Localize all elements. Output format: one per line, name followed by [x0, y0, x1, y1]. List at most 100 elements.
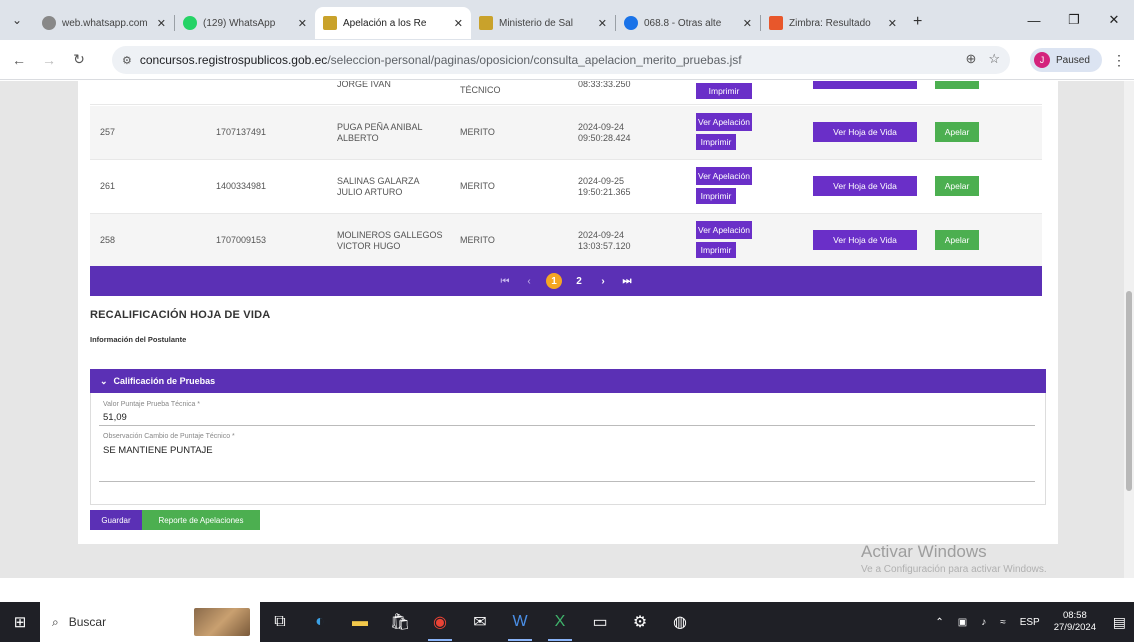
puntaje-input[interactable]: 51,09 — [103, 412, 127, 423]
print-button[interactable]: Imprimir — [696, 242, 736, 258]
appeal-date: 2024-09-24 09:50:28.424 — [578, 121, 631, 143]
section-title: RECALIFICACIÓN HOJA DE VIDA — [90, 309, 271, 321]
tab-zimbra[interactable]: Zimbra: Resultado ✕ — [761, 7, 905, 39]
prev-page-icon[interactable]: ‹ — [522, 276, 536, 287]
appeal-button[interactable]: Apelar — [935, 176, 979, 196]
network-icon[interactable]: ▣ — [958, 617, 967, 628]
panel-body: Valor Puntaje Prueba Técnica * 51,09 Obs… — [90, 393, 1046, 505]
store-icon[interactable]: 🛍 — [380, 602, 420, 642]
tab-title: (129) WhatsApp — [203, 17, 276, 29]
site-info-icon[interactable]: ⚙ — [122, 54, 132, 67]
first-page-icon[interactable]: ⏮ — [498, 276, 512, 287]
word-icon[interactable]: W — [500, 602, 540, 642]
profile-button[interactable]: J Paused — [1030, 48, 1102, 72]
page-2-button[interactable]: 2 — [572, 276, 586, 287]
profile-status: Paused — [1056, 54, 1090, 66]
row-cedula: 1707009153 — [216, 235, 267, 245]
taskbar: ⊞ ⌕ Buscar ⧉ ◐ ▬ 🛍 ◉ ✉ W X ▭ ⚙ ◍ ⌃ ▣ ♪ ≈… — [0, 602, 1134, 642]
appeal-button[interactable]: Apelar — [935, 122, 979, 142]
clock-date: 27/9/2024 — [1053, 622, 1096, 633]
row-id: 261 — [100, 181, 116, 191]
zimbra-icon — [769, 16, 783, 30]
mail-icon[interactable]: ✉ — [460, 602, 500, 642]
appeal-type: MERITO — [460, 181, 495, 191]
appeal-button[interactable]: Apelar — [935, 230, 979, 250]
scrollbar-thumb[interactable] — [1126, 291, 1132, 491]
language-indicator[interactable]: ESP — [1020, 617, 1040, 628]
search-icon: ⌕ — [52, 614, 59, 629]
avatar: J — [1034, 52, 1050, 68]
clock[interactable]: 08:58 27/9/2024 — [1054, 610, 1096, 634]
close-icon[interactable]: ✕ — [454, 17, 463, 30]
observacion-textarea[interactable]: SE MANTIENE PUNTAJE — [103, 445, 213, 456]
url-field[interactable]: ⚙ concursos.registrospublicos.gob.ec/sel… — [112, 46, 1010, 74]
view-cv-button[interactable] — [813, 81, 917, 89]
screen-icon[interactable]: ▭ — [580, 602, 620, 642]
chevron-up-icon[interactable]: ⌃ — [935, 617, 943, 628]
tab-search-icon[interactable]: ⌄ — [0, 0, 34, 40]
app-icon[interactable]: ◍ — [660, 602, 700, 642]
close-window-icon[interactable]: ✕ — [1094, 0, 1134, 40]
page-viewport: JORGE IVAN TÉCNICO 08:33:33.250 Imprimir… — [0, 81, 1134, 578]
field-label: Observación Cambio de Puntaje Técnico * — [103, 433, 235, 440]
maximize-icon[interactable]: ❐ — [1054, 0, 1094, 40]
view-cv-button[interactable]: Ver Hoja de Vida — [813, 230, 917, 250]
url-path: /seleccion-personal/paginas/oposicion/co… — [327, 53, 742, 67]
view-cv-button[interactable]: Ver Hoja de Vida — [813, 122, 917, 142]
tab-ministerio[interactable]: Ministerio de Sal ✕ — [471, 7, 615, 39]
table-row: 258 1707009153 MOLINEROS GALLEGOS VICTOR… — [90, 214, 1042, 268]
view-appeal-button[interactable]: Ver Apelación — [696, 113, 752, 131]
task-view-icon[interactable]: ⧉ — [260, 602, 300, 642]
report-button[interactable]: Reporte de Apelaciones — [142, 510, 260, 530]
close-icon[interactable]: ✕ — [298, 17, 307, 30]
forward-icon[interactable]: → — [38, 49, 60, 71]
applicant-name: MOLINEROS GALLEGOS VICTOR HUGO — [337, 229, 443, 251]
tab-title: web.whatsapp.com — [62, 17, 148, 29]
activation-watermark: Activar Windows — [861, 542, 987, 561]
panel-title: Calificación de Pruebas — [113, 376, 216, 386]
omnibox-actions: ⊕ ☆ — [965, 51, 1000, 67]
excel-icon[interactable]: X — [540, 602, 580, 642]
appeal-type: TÉCNICO — [460, 85, 501, 95]
bookmark-star-icon[interactable]: ☆ — [988, 51, 1000, 67]
close-icon[interactable]: ✕ — [743, 17, 752, 30]
save-button[interactable]: Guardar — [90, 510, 142, 530]
new-tab-button[interactable]: + — [913, 13, 922, 31]
browser-tab-bar: ⌄ web.whatsapp.com ✕ (129) WhatsApp ✕ Ap… — [0, 0, 1134, 40]
view-appeal-button[interactable]: Ver Apelación — [696, 221, 752, 239]
close-icon[interactable]: ✕ — [598, 17, 607, 30]
panel-header-calificacion[interactable]: ⌄ Calificación de Pruebas — [90, 369, 1046, 393]
close-icon[interactable]: ✕ — [157, 17, 166, 30]
view-appeal-button[interactable]: Ver Apelación — [696, 167, 752, 185]
file-explorer-icon[interactable]: ▬ — [340, 602, 380, 642]
print-button[interactable]: Imprimir — [696, 134, 736, 150]
url-host: concursos.registrospublicos.gob.ec — [139, 53, 328, 67]
close-icon[interactable]: ✕ — [888, 17, 897, 30]
tab-whatsapp[interactable]: (129) WhatsApp ✕ — [175, 7, 315, 39]
reload-icon[interactable]: ↻ — [68, 49, 90, 71]
tab-title: 068.8 - Otras alte — [644, 17, 722, 29]
wifi-icon[interactable]: ≈ — [1000, 617, 1006, 628]
next-page-icon[interactable]: › — [596, 276, 610, 287]
print-button[interactable]: Imprimir — [696, 83, 752, 99]
minimize-icon[interactable]: — — [1014, 0, 1054, 40]
notifications-icon[interactable]: ▤ — [1113, 614, 1126, 631]
volume-icon[interactable]: ♪ — [981, 617, 986, 628]
browser-menu-icon[interactable]: ⋮ — [1112, 52, 1126, 69]
last-page-icon[interactable]: ⏭ — [620, 276, 634, 287]
back-icon[interactable]: ← — [8, 49, 30, 71]
view-cv-button[interactable]: Ver Hoja de Vida — [813, 176, 917, 196]
print-button[interactable]: Imprimir — [696, 188, 736, 204]
edge-icon[interactable]: ◐ — [300, 602, 340, 642]
chrome-icon[interactable]: ◉ — [420, 602, 460, 642]
tab-apelacion[interactable]: Apelación a los Re ✕ — [315, 7, 471, 39]
windows-start-icon[interactable]: ⊞ — [0, 602, 40, 642]
zoom-icon[interactable]: ⊕ — [965, 51, 976, 67]
scrollbar[interactable] — [1124, 81, 1134, 578]
page-1-button[interactable]: 1 — [546, 273, 562, 289]
tab-068[interactable]: 068.8 - Otras alte ✕ — [616, 7, 760, 39]
tab-web-whatsapp[interactable]: web.whatsapp.com ✕ — [34, 7, 174, 39]
tab-title: Ministerio de Sal — [499, 17, 573, 29]
appeal-button[interactable] — [935, 81, 979, 89]
settings-icon[interactable]: ⚙ — [620, 602, 660, 642]
